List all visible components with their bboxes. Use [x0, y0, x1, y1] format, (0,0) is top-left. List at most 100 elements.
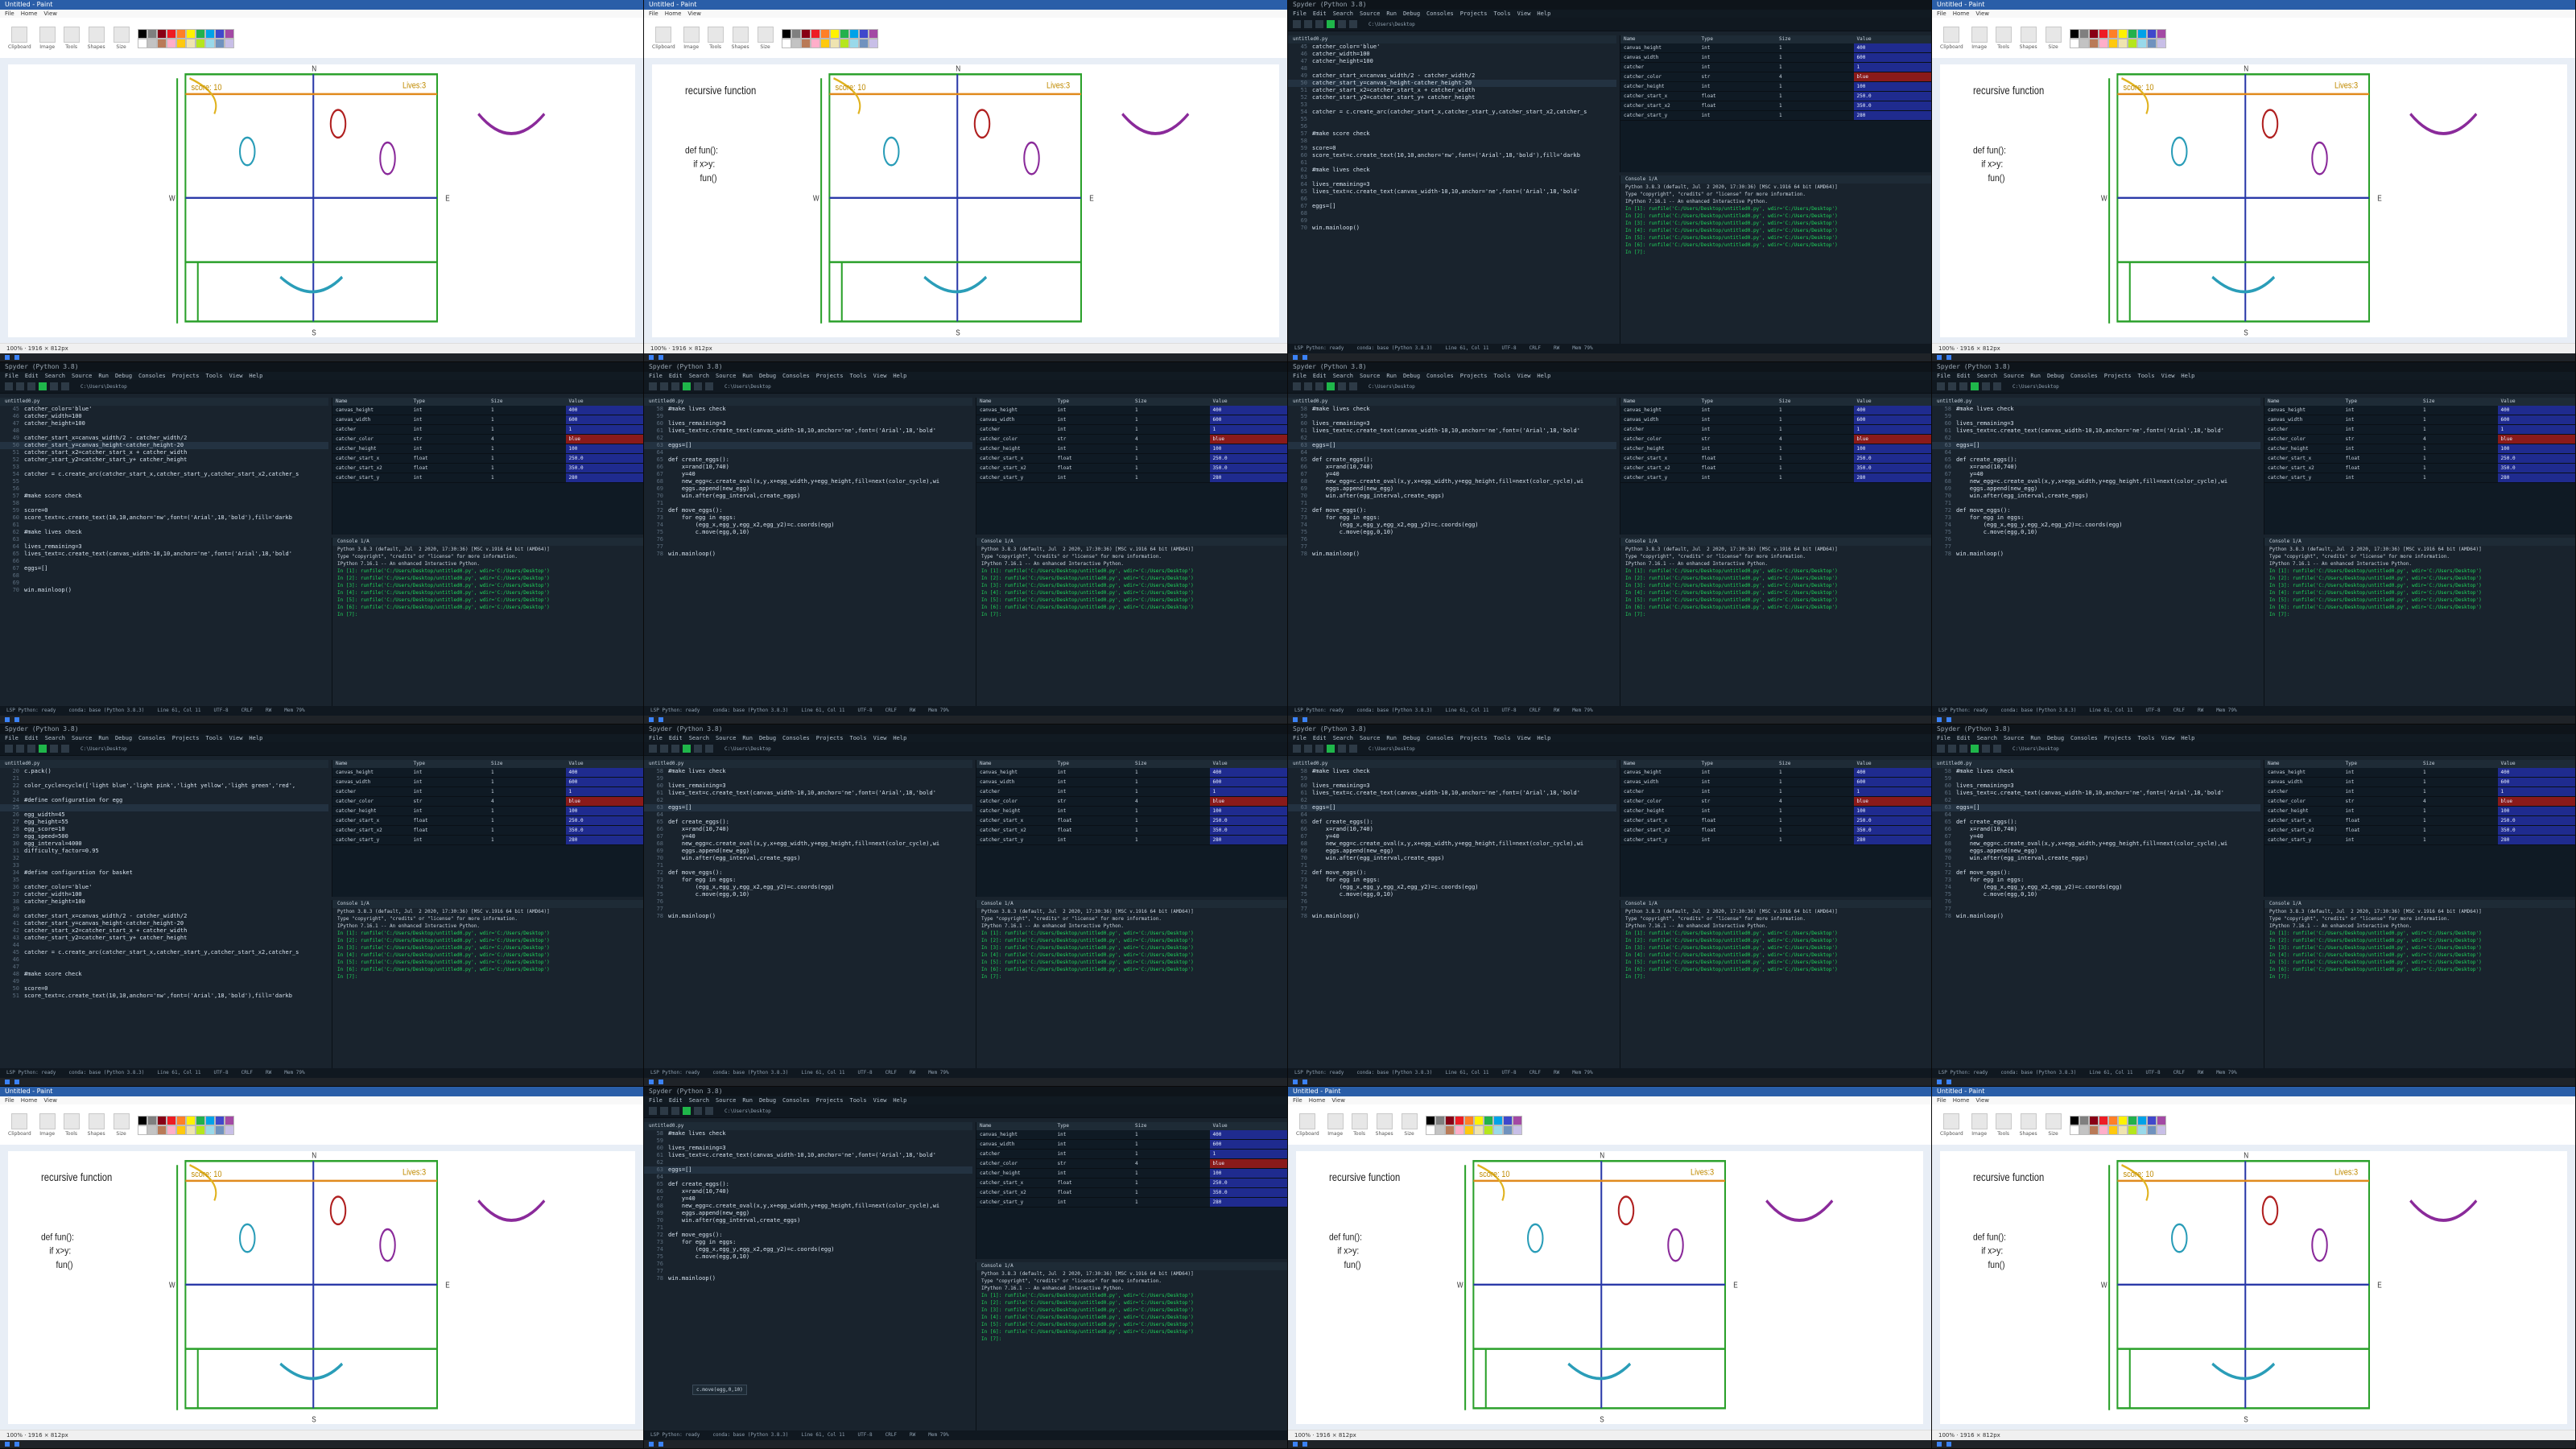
code-editor[interactable]: untitled0.py 45 catcher_color='blue' 46 cat…: [0, 398, 328, 706]
color-swatch[interactable]: [2156, 1116, 2166, 1125]
menu-item[interactable]: Help: [249, 372, 262, 380]
editor-tab[interactable]: untitled0.py: [0, 760, 328, 768]
app-icon[interactable]: [1302, 1080, 1307, 1084]
code-line[interactable]: 58 #make lives check: [1288, 406, 1616, 413]
ribbon-image[interactable]: Image: [1971, 26, 1988, 50]
color-swatch[interactable]: [166, 29, 176, 39]
menu-item[interactable]: Projects: [1460, 734, 1488, 742]
variable-row[interactable]: catcher_start_x float 1 250.0: [976, 454, 1287, 464]
menu-item[interactable]: Search: [689, 734, 709, 742]
code-line[interactable]: 56: [1288, 123, 1616, 130]
code-line[interactable]: 68 new_egg=c.create_oval(x,y,x+egg_width…: [644, 840, 972, 848]
menu-item[interactable]: Consoles: [1426, 372, 1454, 380]
menu-home[interactable]: Home: [665, 10, 682, 18]
code-line[interactable]: 72 def move_eggs():: [644, 869, 972, 877]
code-line[interactable]: 47 catcher_height=100: [1288, 58, 1616, 65]
code-line[interactable]: 29 egg_speed=500: [0, 833, 328, 840]
variable-row[interactable]: canvas_width int 1 600: [976, 778, 1287, 787]
code-editor[interactable]: untitled0.py 58 #make lives check 59 60 live…: [644, 398, 972, 706]
code-line[interactable]: 36 catcher_color='blue': [0, 884, 328, 891]
ipython-console[interactable]: Console 1/A Python 3.8.3 (default, Jul 2…: [976, 538, 1287, 706]
app-icon[interactable]: [658, 1080, 663, 1084]
code-line[interactable]: 59: [1932, 413, 2260, 420]
working-directory[interactable]: C:\Users\Desktop: [80, 384, 127, 390]
color-swatch[interactable]: [1473, 1116, 1484, 1125]
code-line[interactable]: 73 for egg in eggs:: [1932, 877, 2260, 884]
ribbon-tools[interactable]: Tools: [1351, 1113, 1368, 1137]
variable-row[interactable]: catcher int 1 1: [2264, 787, 2575, 797]
color-swatch[interactable]: [1483, 1116, 1493, 1125]
code-editor[interactable]: untitled0.py 45 catcher_color='blue' 46 cat…: [1288, 35, 1616, 344]
color-swatch[interactable]: [858, 39, 869, 48]
code-line[interactable]: 23: [0, 790, 328, 797]
editor-tab[interactable]: untitled0.py: [0, 398, 328, 406]
variable-row[interactable]: catcher_start_y int 1 280: [976, 473, 1287, 483]
color-swatch[interactable]: [2107, 1116, 2118, 1125]
code-line[interactable]: 40 catcher_start_x=canvas_width/2 - catch…: [0, 913, 328, 920]
menu-item[interactable]: Consoles: [782, 1096, 810, 1104]
color-swatch[interactable]: [868, 29, 878, 39]
menu-item[interactable]: Debug: [1403, 10, 1420, 18]
code-line[interactable]: 61 lives_text=c.create_text(canvas_width-…: [1932, 790, 2260, 797]
code-line[interactable]: 32: [0, 855, 328, 862]
menu-item[interactable]: Edit: [1957, 372, 1971, 380]
code-line[interactable]: 74 (egg_x,egg_y,egg_x2,egg_y2)=c.coords(…: [644, 1246, 972, 1253]
color-swatch[interactable]: [175, 29, 186, 39]
menu-item[interactable]: Tools: [2137, 372, 2154, 380]
menu-item[interactable]: Edit: [25, 734, 39, 742]
color-palette[interactable]: [2069, 1116, 2166, 1135]
code-line[interactable]: 64: [644, 811, 972, 819]
color-swatch[interactable]: [147, 29, 157, 39]
color-swatch[interactable]: [185, 1125, 196, 1135]
code-line[interactable]: 72 def move_eggs():: [644, 1232, 972, 1239]
code-line[interactable]: 65 def create_eggs():: [1932, 456, 2260, 464]
menu-item[interactable]: Edit: [669, 372, 683, 380]
code-line[interactable]: 74 (egg_x,egg_y,egg_x2,egg_y2)=c.coords(…: [1932, 884, 2260, 891]
variable-row[interactable]: catcher_start_x2 float 1 350.0: [2264, 464, 2575, 473]
working-directory[interactable]: C:\Users\Desktop: [1368, 746, 1415, 752]
variable-row[interactable]: catcher_height int 1 100: [976, 807, 1287, 816]
color-swatch[interactable]: [224, 1125, 234, 1135]
code-line[interactable]: 69 eggs.append(new_egg): [1932, 848, 2260, 855]
variable-row[interactable]: catcher_color str 4 blue: [332, 797, 643, 807]
start-icon[interactable]: [1937, 1080, 1942, 1084]
code-line[interactable]: 26 egg_width=45: [0, 811, 328, 819]
code-line[interactable]: 39: [0, 906, 328, 913]
settings-icon[interactable]: [1349, 745, 1357, 753]
console-tab[interactable]: Console 1/A: [976, 538, 1287, 546]
menu-item[interactable]: Search: [1333, 372, 1353, 380]
color-swatch[interactable]: [214, 1125, 225, 1135]
variable-row[interactable]: catcher_start_y int 1 280: [976, 1198, 1287, 1208]
code-line[interactable]: 71: [1932, 862, 2260, 869]
settings-icon[interactable]: [1349, 382, 1357, 390]
new-file-icon[interactable]: [649, 382, 657, 390]
color-swatch[interactable]: [839, 39, 849, 48]
code-line[interactable]: 69 eggs.append(new_egg): [1288, 848, 1616, 855]
app-icon[interactable]: [1302, 355, 1307, 360]
color-swatch[interactable]: [156, 1116, 167, 1125]
variable-row[interactable]: catcher int 1 1: [332, 787, 643, 797]
color-swatch[interactable]: [195, 1116, 205, 1125]
code-line[interactable]: 64 lives_remaining=3: [0, 543, 328, 551]
ipython-console[interactable]: Console 1/A Python 3.8.3 (default, Jul 2…: [332, 538, 643, 706]
editor-tab[interactable]: untitled0.py: [1288, 760, 1616, 768]
code-line[interactable]: 65 def create_eggs():: [1932, 819, 2260, 826]
app-icon[interactable]: [658, 1442, 663, 1447]
code-line[interactable]: 60 lives_remaining=3: [1932, 782, 2260, 790]
variable-row[interactable]: canvas_height int 1 400: [2264, 768, 2575, 778]
code-line[interactable]: 59: [644, 1137, 972, 1145]
code-line[interactable]: 30 egg_interval=4000: [0, 840, 328, 848]
start-icon[interactable]: [5, 355, 10, 360]
code-line[interactable]: 70 win.after(egg_interval,create_eggs): [1288, 493, 1616, 500]
ipython-console[interactable]: Console 1/A Python 3.8.3 (default, Jul 2…: [1620, 175, 1931, 344]
color-swatch[interactable]: [1463, 1116, 1474, 1125]
save-icon[interactable]: [1315, 745, 1323, 753]
color-swatch[interactable]: [214, 39, 225, 48]
code-line[interactable]: 71: [644, 500, 972, 507]
code-line[interactable]: 57 #make score check: [0, 493, 328, 500]
variable-row[interactable]: catcher_height int 1 100: [332, 807, 643, 816]
code-line[interactable]: 75 c.move(egg,0,10): [1932, 529, 2260, 536]
code-line[interactable]: 25: [0, 804, 328, 811]
console-tab[interactable]: Console 1/A: [1620, 900, 1931, 908]
menu-item[interactable]: Debug: [2047, 372, 2064, 380]
